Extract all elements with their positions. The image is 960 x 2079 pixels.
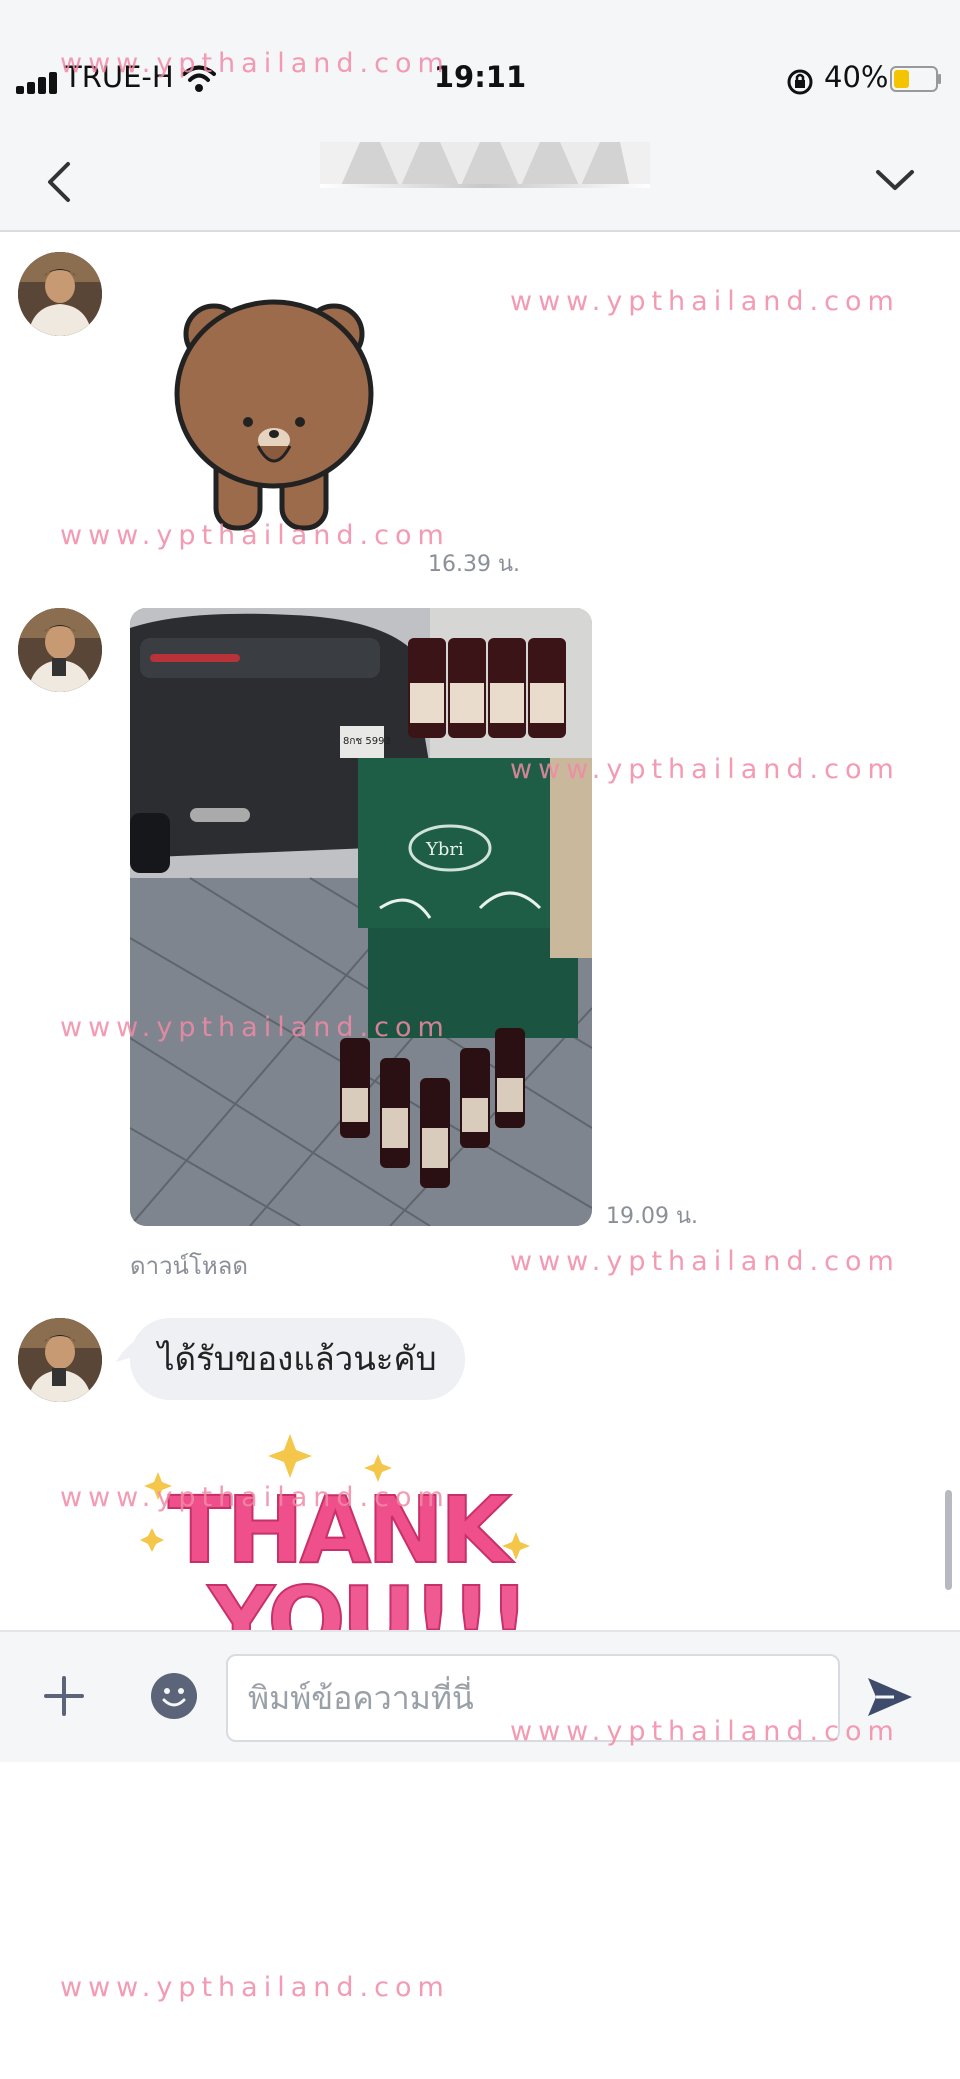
- watermark: www.ypthailand.com: [510, 286, 900, 317]
- chat-messages[interactable]: 16.39 น. 8กช 5993 Ybri 19.09 น. ดาวน์โหล…: [0, 232, 960, 1630]
- avatar[interactable]: [18, 252, 102, 336]
- avatar[interactable]: [18, 608, 102, 692]
- download-link[interactable]: ดาวน์โหลด: [130, 1246, 248, 1285]
- watermark: www.ypthailand.com: [510, 754, 900, 785]
- message-bubble[interactable]: ได้รับของแล้วนะคับ: [130, 1318, 465, 1400]
- watermark: www.ypthailand.com: [510, 1246, 900, 1277]
- watermark: www.ypthailand.com: [60, 520, 450, 551]
- box-logo: Ybri: [425, 839, 464, 860]
- blank-area: [0, 1762, 960, 2079]
- scrollbar[interactable]: [945, 1490, 952, 1590]
- watermark: www.ypthailand.com: [60, 1972, 450, 2003]
- watermark: www.ypthailand.com: [60, 1482, 450, 1513]
- plus-icon[interactable]: [44, 1676, 84, 1716]
- watermark: www.ypthailand.com: [60, 1012, 450, 1043]
- chat-header: [0, 130, 960, 232]
- message-time: 16.39 น.: [428, 552, 521, 577]
- back-icon[interactable]: [44, 160, 74, 204]
- thank-you-sticker[interactable]: THANK YOU!!!: [138, 1432, 538, 1630]
- watermark: www.ypthailand.com: [60, 48, 450, 79]
- message-time: 19.09 น.: [606, 1204, 699, 1229]
- battery-icon: [890, 66, 941, 92]
- rotation-lock-icon: [787, 69, 813, 95]
- watermark: www.ypthailand.com: [510, 1716, 900, 1747]
- sticker-text-line2: YOU!!!: [207, 1567, 526, 1630]
- message-text: ได้รับของแล้วนะคับ: [158, 1339, 437, 1378]
- license-plate: 8กช 5993: [343, 736, 391, 747]
- brown-bear-sticker[interactable]: [166, 294, 382, 534]
- avatar[interactable]: [18, 1318, 102, 1402]
- battery-percent: 40%: [824, 60, 889, 94]
- chat-title-blurred[interactable]: [320, 142, 650, 188]
- chevron-down-icon[interactable]: [874, 164, 916, 194]
- emoji-icon[interactable]: [150, 1672, 198, 1720]
- send-icon[interactable]: [866, 1676, 914, 1718]
- car-and-wine-boxes-photo[interactable]: 8กช 5993 Ybri: [130, 608, 592, 1226]
